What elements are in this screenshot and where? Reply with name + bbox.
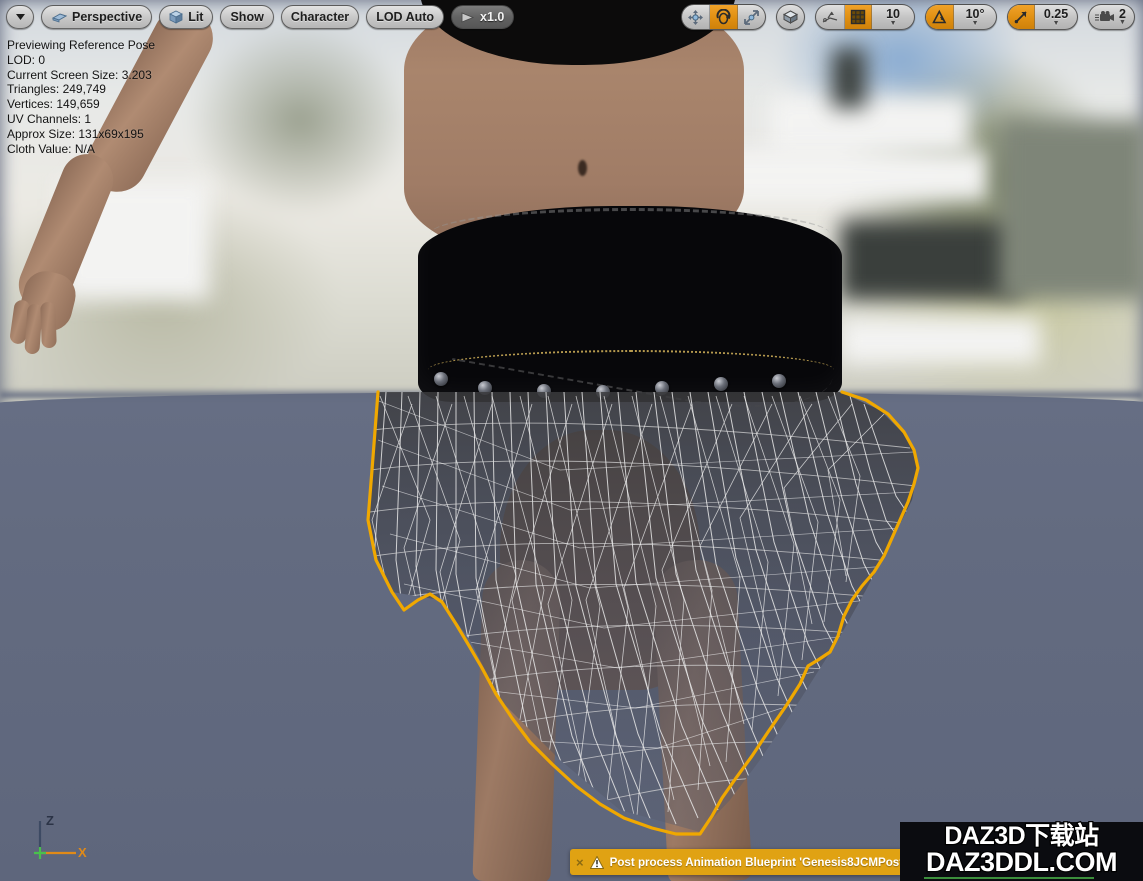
character-leg-left <box>472 559 561 881</box>
viewport-options-button[interactable] <box>6 5 34 29</box>
scale-snap-group: 0.25 ▼ <box>1007 4 1078 30</box>
character-leg-right <box>652 558 753 881</box>
viewport-axis-gizmo: Z X <box>14 809 94 869</box>
character-menu-button[interactable]: Character <box>281 5 359 29</box>
stat-cloth-value: Cloth Value: N/A <box>7 142 155 157</box>
waistband-stud <box>537 384 551 398</box>
camera-speed-group: 2 ▼ <box>1088 4 1135 30</box>
backdrop-building <box>840 318 1040 364</box>
watermark-line-1: DAZ3D下载站 <box>900 823 1143 850</box>
waistband-stud <box>655 381 669 395</box>
character-navel <box>578 160 587 176</box>
chevron-down-icon: ▼ <box>1119 19 1126 26</box>
notification-message: Post process Animation Blueprint 'Genesi… <box>610 856 940 869</box>
angle-snap-button[interactable] <box>926 5 954 29</box>
stat-current-screen-size: Current Screen Size: 3.203 <box>7 68 155 83</box>
cube-lit-icon <box>169 10 183 24</box>
scale-gizmo-icon <box>743 9 760 26</box>
viewport-stats-overlay: Previewing Reference Pose LOD: 0 Current… <box>7 38 155 156</box>
camera-speed-icon <box>1095 10 1115 24</box>
waistband-stud <box>478 381 492 395</box>
diagonal-arrow-icon <box>1013 9 1029 25</box>
viewport-toolbar: Perspective Lit Show Character LOD Auto <box>0 0 1143 34</box>
view-mode-lit-button[interactable]: Lit <box>159 5 213 29</box>
scale-mode-button[interactable] <box>738 5 765 29</box>
camera-speed-button[interactable]: 2 ▼ <box>1089 5 1134 29</box>
surface-snap-button[interactable] <box>816 5 845 29</box>
world-cube-icon <box>782 9 799 25</box>
watermark: DAZ3D下载站 DAZ3DDL.COM <box>900 822 1143 881</box>
gizmo-x-label: X <box>78 845 87 860</box>
notification-toast: × Post process Animation Blueprint 'Gene… <box>570 849 940 875</box>
backdrop-shadow <box>840 220 1020 300</box>
waistband-stud <box>772 374 786 388</box>
surface-snap-icon <box>821 9 839 25</box>
coordinate-system-group <box>776 4 805 30</box>
playback-speed-label: x1.0 <box>480 10 504 24</box>
backdrop-window <box>832 48 866 108</box>
view-mode-perspective-button[interactable]: Perspective <box>41 5 152 29</box>
waistband-stud <box>596 385 610 399</box>
show-menu-button[interactable]: Show <box>220 5 273 29</box>
chevron-down-icon <box>16 14 25 20</box>
world-space-button[interactable] <box>777 5 804 29</box>
rotate-gizmo-icon <box>715 9 732 26</box>
lod-menu-button[interactable]: LOD Auto <box>366 5 444 29</box>
stat-previewing-pose: Previewing Reference Pose <box>7 38 155 53</box>
grid-snap-value[interactable]: 10 ▼ <box>872 5 914 29</box>
rotate-mode-button[interactable] <box>710 5 738 29</box>
chevron-down-icon: ▼ <box>890 20 897 27</box>
stat-lod: LOD: 0 <box>7 53 155 68</box>
move-gizmo-icon <box>687 9 704 26</box>
view-mode-lit-label: Lit <box>188 10 203 24</box>
watermark-underline <box>924 877 1094 879</box>
viewport-3d[interactable]: Z X <box>0 0 1143 881</box>
gizmo-z-label: Z <box>46 813 54 828</box>
playback-speed-button[interactable]: x1.0 <box>451 5 514 29</box>
waistband-stud <box>714 377 728 391</box>
grid-snap-button[interactable] <box>845 5 872 29</box>
stat-triangles: Triangles: 249,749 <box>7 82 155 97</box>
stat-approx-size: Approx Size: 131x69x195 <box>7 127 155 142</box>
character-menu-label: Character <box>291 10 349 24</box>
angle-snap-group: 10° ▼ <box>925 4 997 30</box>
lod-menu-label: LOD Auto <box>376 10 434 24</box>
transform-mode-group <box>681 4 766 30</box>
viewport-toolbar-left: Perspective Lit Show Character LOD Auto <box>0 5 514 29</box>
grid-snap-group: 10 ▼ <box>815 4 915 30</box>
angle-snap-value[interactable]: 10° ▼ <box>954 5 996 29</box>
waistband-stud <box>434 372 448 386</box>
viewport-toolbar-right: 10 ▼ 10° ▼ <box>681 4 1143 30</box>
watermark-line-2: DAZ3DDL.COM <box>900 848 1143 877</box>
chevron-down-icon: ▼ <box>1053 20 1060 27</box>
scale-snap-value[interactable]: 0.25 ▼ <box>1035 5 1077 29</box>
chevron-down-icon: ▼ <box>972 20 979 27</box>
unreal-viewport-window: Z X Perspective <box>0 0 1143 881</box>
notification-close-button[interactable]: × <box>576 856 584 869</box>
stat-vertices: Vertices: 149,659 <box>7 97 155 112</box>
grid-icon <box>850 9 866 25</box>
camera-perspective-icon <box>51 11 67 24</box>
view-mode-perspective-label: Perspective <box>72 10 142 24</box>
backdrop-building <box>770 96 970 154</box>
stat-uv-channels: UV Channels: 1 <box>7 112 155 127</box>
play-icon <box>461 12 475 23</box>
translate-mode-button[interactable] <box>682 5 710 29</box>
angle-icon <box>931 9 948 25</box>
backdrop-foliage <box>1000 120 1143 300</box>
show-menu-label: Show <box>230 10 263 24</box>
scale-snap-button[interactable] <box>1008 5 1035 29</box>
warning-triangle-icon <box>590 856 604 869</box>
